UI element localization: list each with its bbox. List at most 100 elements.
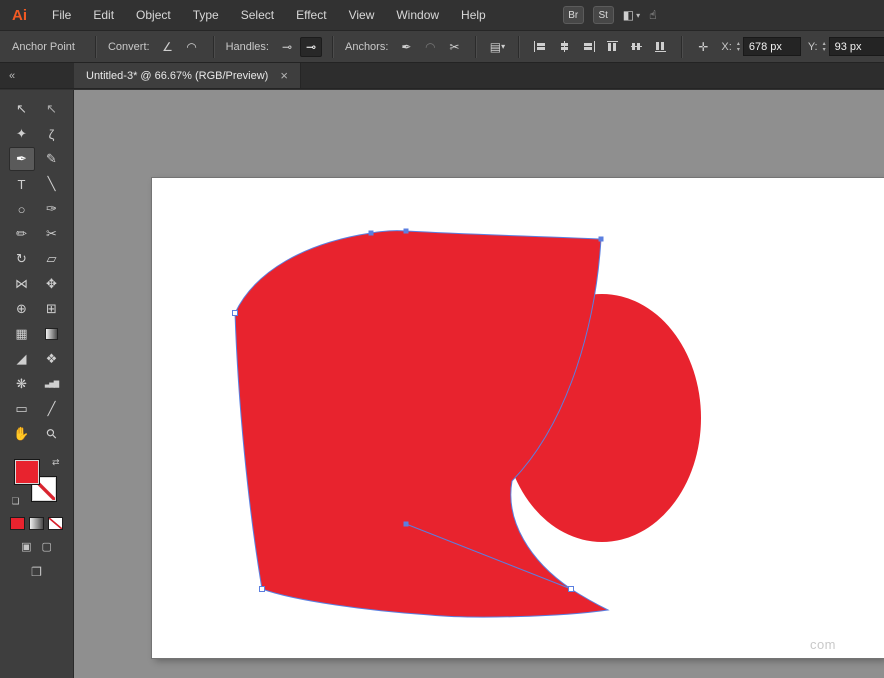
transform-reference-button[interactable]: ✛ bbox=[692, 37, 714, 57]
symbol-sprayer-tool[interactable]: ❋ bbox=[9, 372, 35, 396]
align-top-icon bbox=[606, 41, 619, 52]
y-stepper[interactable]: ▴ ▾ bbox=[823, 41, 826, 53]
anchor-point-unselected[interactable] bbox=[568, 586, 574, 592]
remove-anchor-icon: ✒ bbox=[401, 39, 412, 54]
x-value-field[interactable] bbox=[742, 37, 801, 56]
direct-selection-tool[interactable]: ↖ bbox=[39, 97, 65, 121]
anchor-point-selected[interactable] bbox=[368, 230, 374, 236]
hide-handles-button[interactable]: ⊸ bbox=[299, 36, 322, 57]
shape-builder-tool[interactable]: ⊕ bbox=[9, 297, 35, 321]
artboard[interactable]: com bbox=[152, 178, 884, 658]
drawing-modes-icon[interactable]: ▣ bbox=[21, 540, 31, 553]
fill-swatch[interactable] bbox=[13, 459, 40, 485]
eyedropper-tool[interactable]: ◢ bbox=[9, 347, 35, 371]
menu-item-edit[interactable]: Edit bbox=[82, 8, 125, 22]
touch-workspace-button[interactable]: ☝ bbox=[649, 8, 656, 22]
scissors-tool[interactable]: ✂ bbox=[39, 222, 65, 246]
close-tab-icon[interactable]: × bbox=[280, 68, 288, 83]
anchor-point-selected[interactable] bbox=[598, 236, 604, 242]
convert-to-corner-button[interactable]: ∠ bbox=[157, 37, 179, 57]
menu-item-type[interactable]: Type bbox=[182, 8, 230, 22]
main-area: ↖ ↖ ✦ ζ ✒ ✎ T ╲ ○ ✑ ✏ ✂ ↻ ▱ ⋈ ✥ ⊕ ⊞ ▦ ◢ ❖ ❋ ▃▅▇ ▭ ╱ ✋ ⚲ ⇄ ❏ ▣ ▢ ❐ bbox=[0, 90, 884, 678]
color-mode-row bbox=[10, 517, 63, 530]
illustrator-logo: Ai bbox=[12, 6, 27, 24]
show-handles-button[interactable]: ⊸ bbox=[276, 37, 298, 57]
convert-label: Convert: bbox=[107, 40, 150, 53]
menu-item-effect[interactable]: Effect bbox=[285, 8, 337, 22]
document-tab[interactable]: Untitled-3* @ 66.67% (RGB/Preview) × bbox=[74, 63, 301, 88]
anchor-point-unselected[interactable] bbox=[232, 310, 238, 316]
color-button[interactable] bbox=[10, 517, 25, 530]
menu-item-window[interactable]: Window bbox=[385, 8, 450, 22]
tool-panel-collapse[interactable]: « bbox=[0, 63, 74, 88]
paintbrush-tool[interactable]: ✑ bbox=[39, 197, 65, 221]
cut-path-icon: ✂ bbox=[449, 39, 460, 54]
isolate-mode-button[interactable]: ▤ ▾ bbox=[486, 37, 508, 57]
curvature-tool[interactable]: ✎ bbox=[39, 147, 65, 171]
rotate-tool[interactable]: ↻ bbox=[9, 247, 35, 271]
blend-tool[interactable]: ❖ bbox=[39, 347, 65, 371]
pen-tool[interactable]: ✒ bbox=[8, 147, 35, 171]
artboard-svg[interactable] bbox=[152, 178, 884, 658]
column-graph-tool[interactable]: ▃▅▇ bbox=[39, 372, 65, 396]
perspective-grid-tool[interactable]: ⊞ bbox=[39, 297, 65, 321]
shape-path[interactable] bbox=[234, 230, 610, 618]
anchors-buttons: ✒ ◠ ✂ bbox=[395, 37, 465, 57]
bridge-button[interactable]: Br bbox=[562, 6, 584, 24]
align-right-button[interactable] bbox=[577, 37, 599, 57]
shaper-tool[interactable]: ✏ bbox=[9, 222, 35, 246]
menu-item-help[interactable]: Help bbox=[450, 8, 497, 22]
x-stepper[interactable]: ▴ ▾ bbox=[737, 41, 740, 53]
scale-tool[interactable]: ▱ bbox=[39, 247, 65, 271]
remove-anchor-button[interactable]: ✒ bbox=[395, 37, 417, 57]
convert-to-corner-icon: ∠ bbox=[162, 39, 173, 54]
width-icon: ⋈ bbox=[15, 276, 28, 291]
ellipse-tool[interactable]: ○ bbox=[9, 197, 35, 221]
mesh-tool[interactable]: ▦ bbox=[9, 322, 35, 346]
gradient-tool[interactable] bbox=[39, 322, 65, 346]
none-button[interactable] bbox=[48, 517, 63, 530]
anchor-point-unselected[interactable] bbox=[259, 586, 265, 592]
width-tool[interactable]: ⋈ bbox=[9, 272, 35, 296]
selection-tool[interactable]: ↖ bbox=[9, 97, 35, 121]
canvas-area[interactable]: com bbox=[74, 90, 884, 678]
workspace-icon: ◧ bbox=[622, 8, 635, 22]
align-middle-button[interactable] bbox=[625, 37, 647, 57]
default-fill-stroke-icon[interactable]: ❏ bbox=[12, 496, 20, 507]
lasso-icon: ζ bbox=[48, 126, 55, 142]
screen-mode-icon[interactable]: ▢ bbox=[42, 540, 52, 553]
arrange-documents-icon[interactable]: ❐ bbox=[31, 565, 42, 579]
show-handles-icon: ⊸ bbox=[281, 39, 293, 54]
swap-fill-stroke-icon[interactable]: ⇄ bbox=[52, 457, 60, 468]
connect-path-button[interactable]: ◠ bbox=[419, 37, 441, 57]
magic-wand-tool[interactable]: ✦ bbox=[9, 122, 35, 146]
menu-item-file[interactable]: File bbox=[41, 8, 82, 22]
artboard-tool[interactable]: ▭ bbox=[9, 397, 35, 421]
align-top-button[interactable] bbox=[601, 37, 623, 57]
cut-path-button[interactable]: ✂ bbox=[443, 37, 465, 57]
menu-item-view[interactable]: View bbox=[338, 8, 386, 22]
type-tool[interactable]: T bbox=[9, 172, 35, 196]
hand-tool[interactable]: ✋ bbox=[9, 422, 35, 446]
y-label: Y: bbox=[807, 40, 818, 53]
convert-to-smooth-button[interactable]: ◠ bbox=[181, 37, 203, 57]
align-center-button[interactable] bbox=[553, 37, 575, 57]
free-transform-tool[interactable]: ✥ bbox=[39, 272, 65, 296]
menu-item-select[interactable]: Select bbox=[230, 8, 285, 22]
anchor-point-selected[interactable] bbox=[403, 521, 409, 527]
zoom-tool[interactable]: ⚲ bbox=[39, 422, 65, 446]
perspective-grid-icon: ⊞ bbox=[46, 301, 57, 316]
gradient-button[interactable] bbox=[29, 517, 44, 530]
align-bottom-button[interactable] bbox=[649, 37, 671, 57]
menu-item-object[interactable]: Object bbox=[125, 8, 182, 22]
stock-button[interactable]: St bbox=[592, 6, 614, 24]
y-value-field[interactable] bbox=[828, 37, 884, 56]
paintbrush-icon: ✑ bbox=[46, 201, 57, 216]
chevron-down-icon: ▾ bbox=[636, 10, 641, 20]
anchor-point-selected[interactable] bbox=[403, 228, 409, 234]
slice-tool[interactable]: ╱ bbox=[39, 397, 65, 421]
line-segment-tool[interactable]: ╲ bbox=[39, 172, 65, 196]
align-left-button[interactable] bbox=[529, 37, 551, 57]
workspace-switcher-button[interactable]: ◧ ▾ bbox=[623, 8, 640, 22]
lasso-tool[interactable]: ζ bbox=[39, 122, 65, 146]
